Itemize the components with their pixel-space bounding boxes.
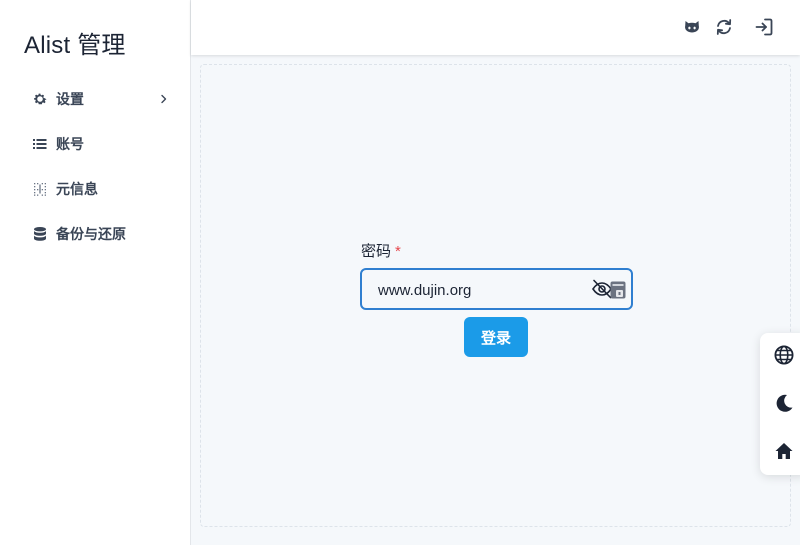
- floating-toolbar: [760, 333, 800, 475]
- password-manager-icon[interactable]: [610, 281, 626, 299]
- theme-toggle-button[interactable]: [772, 391, 796, 415]
- sidebar-item-backup-restore[interactable]: 备份与还原: [16, 216, 179, 252]
- globe-icon: [774, 345, 794, 365]
- app-root: Alist 管理 设置 账号 元信息 备份与还原 密码 * www.dujin.…: [0, 0, 800, 545]
- chevron-right-icon: [161, 94, 167, 104]
- database-icon: [32, 226, 48, 242]
- sidebar-item-label: 设置: [56, 91, 84, 107]
- home-button[interactable]: [772, 439, 796, 463]
- sidebar-item-meta[interactable]: 元信息: [16, 171, 179, 207]
- sidebar-item-label: 元信息: [56, 181, 98, 197]
- sidebar-item-settings[interactable]: 设置: [16, 81, 179, 117]
- sidebar-item-accounts[interactable]: 账号: [16, 126, 179, 162]
- language-button[interactable]: [772, 343, 796, 367]
- sidebar-item-label: 备份与还原: [56, 226, 126, 242]
- github-button[interactable]: [681, 16, 703, 38]
- required-mark: *: [395, 243, 401, 260]
- gear-icon: [32, 91, 48, 107]
- password-label: 密码 *: [361, 240, 401, 261]
- password-field: [360, 268, 633, 310]
- moon-icon: [776, 394, 793, 412]
- sidebar: Alist 管理 设置 账号 元信息 备份与还原: [0, 0, 191, 545]
- list-icon: [32, 136, 48, 152]
- password-label-text: 密码: [361, 243, 392, 260]
- logout-button[interactable]: [753, 16, 775, 38]
- grid-dots-icon: [32, 181, 48, 197]
- sidebar-title: Alist 管理: [24, 32, 126, 59]
- login-button[interactable]: 登录: [464, 317, 528, 357]
- refresh-button[interactable]: [713, 16, 735, 38]
- sidebar-item-label: 账号: [56, 136, 84, 152]
- top-header: [191, 0, 800, 55]
- logout-icon: [755, 18, 773, 36]
- refresh-icon: [716, 19, 732, 35]
- home-icon: [775, 443, 793, 459]
- password-input[interactable]: [362, 270, 600, 310]
- github-icon: [685, 21, 699, 33]
